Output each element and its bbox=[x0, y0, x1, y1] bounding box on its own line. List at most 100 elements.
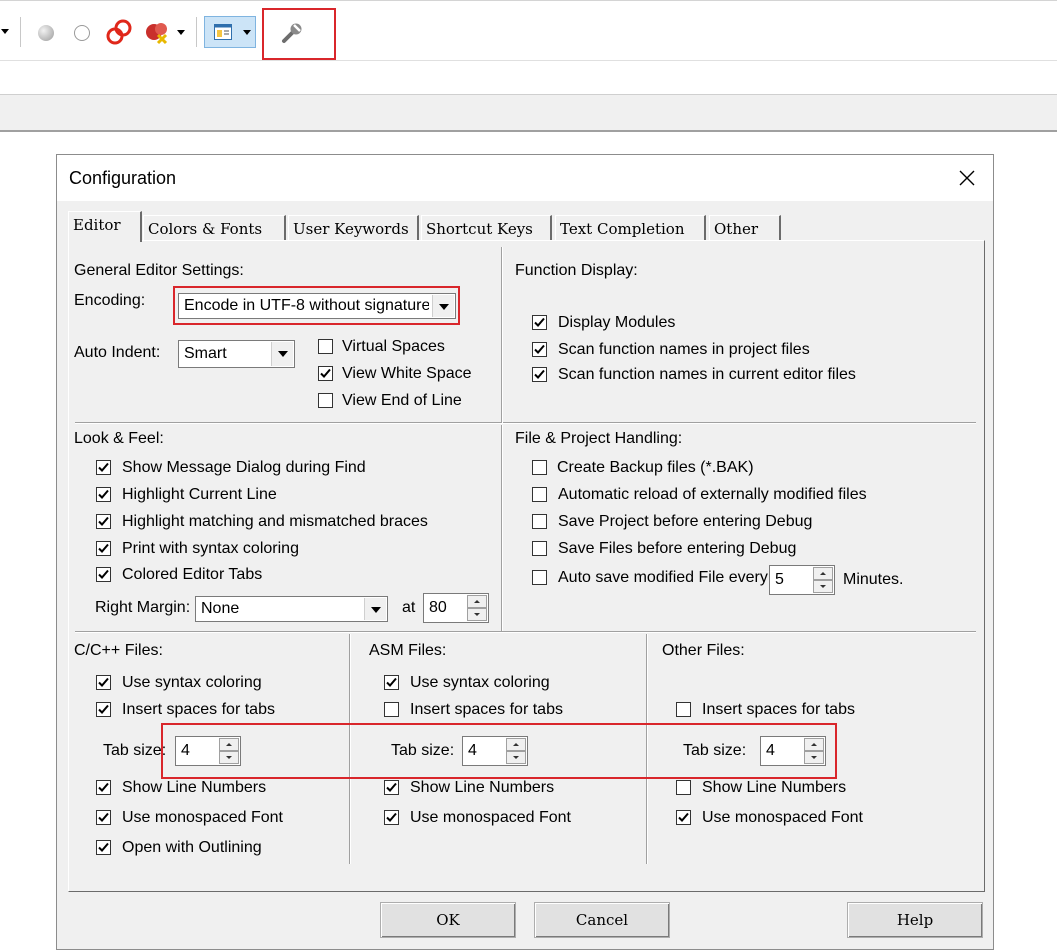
cpp-insert-spaces-label: Insert spaces for tabs bbox=[122, 701, 275, 718]
asm-insert-spaces-checkbox[interactable] bbox=[384, 702, 399, 717]
asm-insert-spaces-label: Insert spaces for tabs bbox=[410, 701, 563, 718]
cpp-syntax-coloring-checkbox[interactable] bbox=[96, 675, 111, 690]
auto-indent-select[interactable]: Smart bbox=[178, 340, 295, 368]
checkmark-icon bbox=[678, 812, 689, 822]
view-end-of-line-checkbox[interactable] bbox=[318, 393, 333, 408]
auto-save-minutes-stepper[interactable]: 5 bbox=[769, 565, 835, 595]
colored-editor-tabs-checkbox[interactable] bbox=[96, 567, 111, 582]
section-divider bbox=[501, 425, 503, 631]
section-divider bbox=[75, 422, 976, 424]
wrench-highlight-box bbox=[262, 8, 336, 60]
cpp-insert-spaces-checkbox[interactable] bbox=[96, 702, 111, 717]
other-insert-spaces-checkbox[interactable] bbox=[676, 702, 691, 717]
dropdown-arrow-icon[interactable] bbox=[177, 30, 185, 35]
other-insert-spaces-label: Insert spaces for tabs bbox=[702, 701, 855, 718]
tab-colors-fonts[interactable]: Colors & Fonts bbox=[143, 215, 286, 241]
spin-up-icon[interactable] bbox=[467, 595, 487, 608]
checkmark-icon bbox=[98, 812, 109, 822]
dropdown-arrow-icon[interactable] bbox=[1, 29, 9, 34]
print-syntax-coloring-label: Print with syntax coloring bbox=[122, 540, 299, 557]
tab-editor[interactable]: Editor bbox=[68, 211, 142, 242]
ok-button[interactable]: OK bbox=[380, 902, 516, 938]
right-margin-stepper[interactable]: 80 bbox=[423, 593, 489, 623]
highlight-braces-checkbox[interactable] bbox=[96, 514, 111, 529]
right-margin-at-value: 80 bbox=[429, 599, 447, 616]
tab-user-keywords[interactable]: User Keywords bbox=[288, 215, 419, 241]
ide-toolbar bbox=[0, 0, 1057, 61]
highlight-current-line-checkbox[interactable] bbox=[96, 487, 111, 502]
checkmark-icon bbox=[534, 344, 545, 354]
checkmark-icon bbox=[98, 842, 109, 852]
view-white-space-checkbox[interactable] bbox=[318, 366, 333, 381]
auto-reload-label: Automatic reload of externally modified … bbox=[558, 486, 867, 503]
checkmark-icon bbox=[386, 782, 397, 792]
auto-indent-label: Auto Indent: bbox=[74, 344, 161, 361]
auto-reload-checkbox[interactable] bbox=[532, 487, 547, 502]
other-monospaced-checkbox[interactable] bbox=[676, 810, 691, 825]
cpp-line-numbers-checkbox[interactable] bbox=[96, 780, 111, 795]
kill-breakpoints-icon[interactable] bbox=[144, 19, 172, 45]
toolbar-separator bbox=[20, 17, 21, 47]
checkmark-icon bbox=[386, 812, 397, 822]
auto-save-minutes-value: 5 bbox=[775, 571, 784, 588]
other-line-numbers-checkbox[interactable] bbox=[676, 780, 691, 795]
tab-shortcut-keys[interactable]: Shortcut Keys bbox=[421, 215, 552, 241]
window-layout-button[interactable] bbox=[204, 16, 256, 48]
breakpoint-disabled-icon[interactable] bbox=[74, 25, 90, 41]
cpp-tab-size-label: Tab size: bbox=[103, 742, 167, 759]
tab-other[interactable]: Other bbox=[709, 215, 781, 241]
right-margin-select[interactable]: None bbox=[195, 596, 388, 622]
checkmark-icon bbox=[320, 368, 331, 378]
cpp-monospaced-checkbox[interactable] bbox=[96, 810, 111, 825]
checkmark-icon bbox=[98, 677, 109, 687]
close-button[interactable] bbox=[949, 163, 985, 193]
chevron-down-icon bbox=[271, 342, 293, 366]
breakpoint-icon[interactable] bbox=[38, 25, 54, 41]
virtual-spaces-checkbox[interactable] bbox=[318, 339, 333, 354]
checkmark-icon bbox=[98, 489, 109, 499]
at-label: at bbox=[402, 599, 416, 616]
cpp-outlining-checkbox[interactable] bbox=[96, 840, 111, 855]
display-modules-checkbox[interactable] bbox=[532, 315, 547, 330]
create-backup-checkbox[interactable] bbox=[532, 460, 547, 475]
checkmark-icon bbox=[98, 462, 109, 472]
scan-editor-files-checkbox[interactable] bbox=[532, 367, 547, 382]
scan-project-files-checkbox[interactable] bbox=[532, 342, 547, 357]
right-margin-label: Right Margin: bbox=[95, 599, 191, 616]
asm-monospaced-checkbox[interactable] bbox=[384, 810, 399, 825]
tab-text-completion[interactable]: Text Completion bbox=[555, 215, 706, 241]
checkmark-icon bbox=[98, 569, 109, 579]
checkmark-icon bbox=[534, 317, 545, 327]
other-line-numbers-label: Show Line Numbers bbox=[702, 779, 847, 796]
cancel-button[interactable]: Cancel bbox=[534, 902, 670, 938]
asm-line-numbers-checkbox[interactable] bbox=[384, 780, 399, 795]
scan-project-files-label: Scan function names in project files bbox=[558, 341, 810, 358]
create-backup-label: Create Backup files (*.BAK) bbox=[557, 459, 754, 476]
breakpoints-icon[interactable] bbox=[106, 19, 134, 45]
asm-syntax-coloring-label: Use syntax coloring bbox=[410, 674, 550, 691]
print-syntax-coloring-checkbox[interactable] bbox=[96, 541, 111, 556]
show-message-dialog-checkbox[interactable] bbox=[96, 460, 111, 475]
section-divider bbox=[75, 631, 976, 633]
cpp-outlining-label: Open with Outlining bbox=[122, 839, 262, 856]
view-end-of-line-label: View End of Line bbox=[342, 392, 462, 409]
spin-down-icon[interactable] bbox=[813, 580, 833, 593]
cpp-syntax-coloring-label: Use syntax coloring bbox=[122, 674, 262, 691]
help-button[interactable]: Help bbox=[847, 902, 983, 938]
highlight-current-line-label: Highlight Current Line bbox=[122, 486, 277, 503]
encoding-highlight-box bbox=[173, 286, 460, 325]
asm-syntax-coloring-checkbox[interactable] bbox=[384, 675, 399, 690]
editor-tab-panel: General Editor Settings: Encoding: Encod… bbox=[68, 240, 985, 892]
spin-up-icon[interactable] bbox=[813, 567, 833, 580]
save-project-debug-checkbox[interactable] bbox=[532, 514, 547, 529]
auto-save-checkbox[interactable] bbox=[532, 570, 547, 585]
window-layout-icon bbox=[214, 24, 232, 40]
save-project-debug-label: Save Project before entering Debug bbox=[558, 513, 813, 530]
save-files-debug-checkbox[interactable] bbox=[532, 541, 547, 556]
highlight-braces-label: Highlight matching and mismatched braces bbox=[122, 513, 428, 530]
auto-indent-value: Smart bbox=[184, 345, 227, 362]
spin-down-icon[interactable] bbox=[467, 608, 487, 621]
checkmark-icon bbox=[98, 782, 109, 792]
file-project-heading: File & Project Handling: bbox=[515, 430, 683, 447]
auto-save-unit: Minutes. bbox=[843, 571, 904, 588]
